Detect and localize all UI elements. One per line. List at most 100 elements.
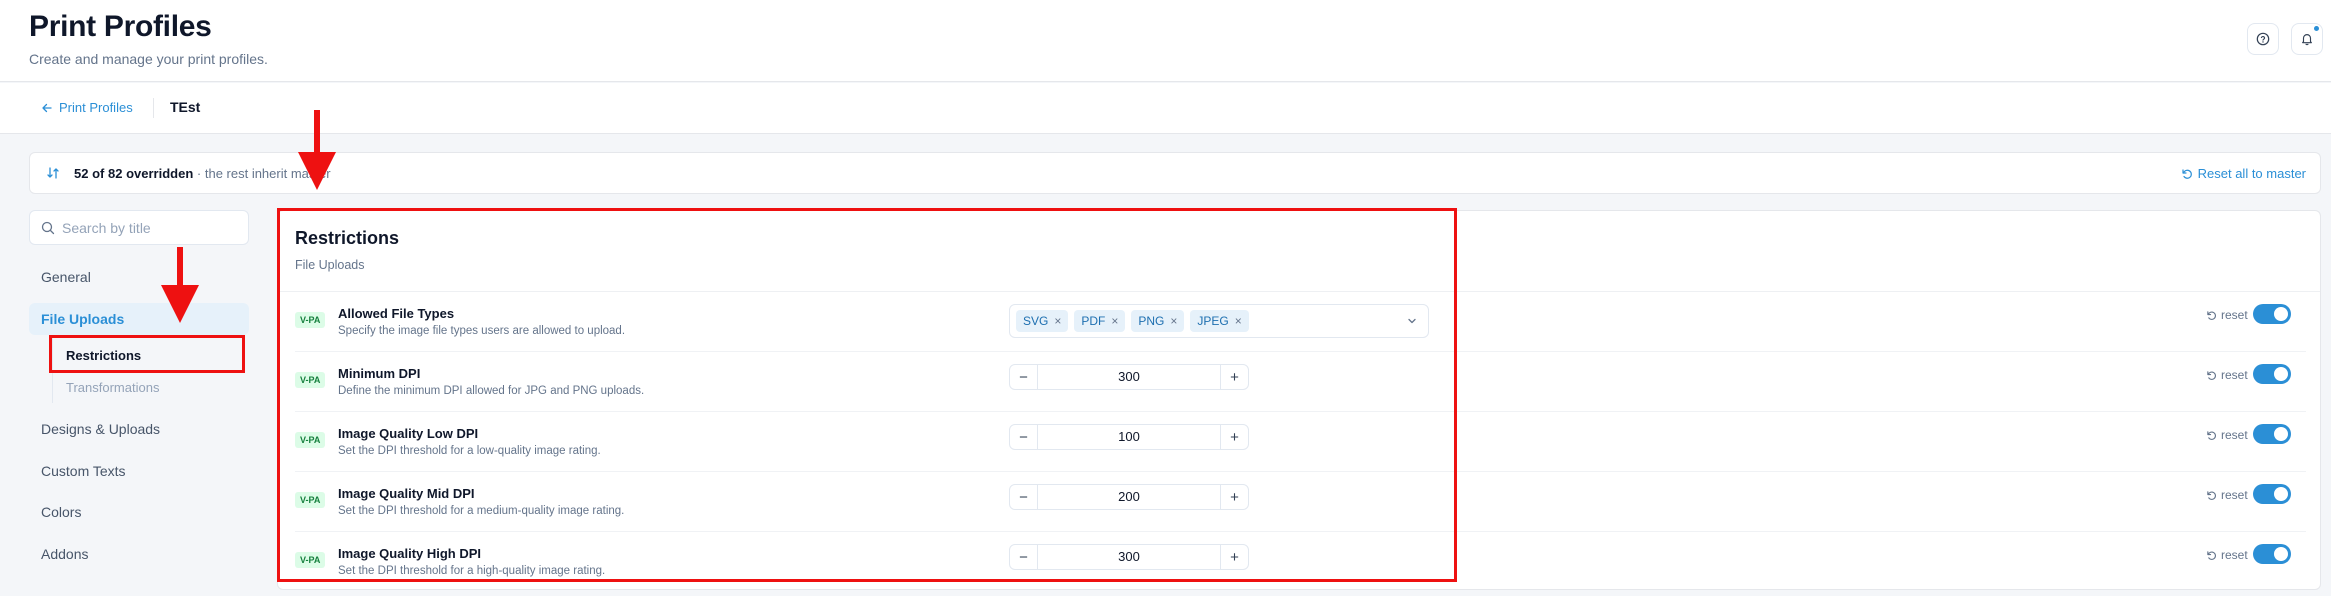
setting-title: Image Quality Low DPI [338,426,479,441]
reset-all-label: Reset all to master [2197,166,2306,181]
increment-button[interactable]: + [1220,485,1248,509]
file-types-multiselect[interactable]: SVG × PDF × PNG × JPEG × [1009,304,1429,338]
page-title: Print Profiles [29,10,212,43]
stepper-value[interactable]: 300 [1038,365,1220,389]
vpa-badge: V-PA [295,492,326,508]
quantity-stepper: − 200 + [1009,484,1249,510]
stepper-value[interactable]: 100 [1038,425,1220,449]
decrement-button[interactable]: − [1010,545,1038,569]
chip-svg: SVG × [1016,310,1069,332]
override-toggle[interactable] [2253,424,2291,444]
help-circle-icon [2256,32,2270,46]
help-button[interactable] [2247,23,2279,55]
undo-icon [2182,168,2192,179]
setting-title: Image Quality High DPI [338,546,482,561]
override-toggle[interactable] [2253,484,2291,504]
sidebar-item-colors[interactable]: Colors [29,496,249,528]
undo-icon [2207,370,2216,380]
setting-title: Image Quality Mid DPI [338,486,475,501]
override-toggle[interactable] [2253,544,2291,564]
setting-row-image-quality-mid-dpi: V-PA Image Quality Mid DPI Set the DPI t… [278,472,2320,532]
reset-button[interactable]: reset [2206,368,2248,382]
remove-chip-icon[interactable]: × [1054,314,1061,328]
sidebar-search[interactable] [29,210,249,245]
quantity-stepper: − 100 + [1009,424,1249,450]
notification-dot [2314,26,2319,31]
override-toggle[interactable] [2253,304,2291,324]
notifications-button[interactable] [2291,23,2323,55]
setting-description: Set the DPI threshold for a high-quality… [338,565,606,577]
increment-button[interactable]: + [1220,365,1248,389]
toggle-knob [2274,487,2288,501]
stepper-value[interactable]: 300 [1038,545,1220,569]
setting-row-image-quality-high-dpi: V-PA Image Quality High DPI Set the DPI … [278,532,2320,589]
setting-title: Allowed File Types [338,306,455,321]
breadcrumb-current: TEst [170,99,201,115]
override-summary-bar: 52 of 82 overridden · the rest inherit m… [29,152,2321,194]
quantity-stepper: − 300 + [1009,364,1249,390]
reset-button[interactable]: reset [2206,308,2248,322]
toggle-knob [2274,427,2288,441]
remove-chip-icon[interactable]: × [1170,314,1177,328]
breadcrumb: Print Profiles TEst [0,83,2331,134]
panel-subtitle: File Uploads [295,258,365,272]
setting-description: Set the DPI threshold for a medium-quali… [338,505,625,517]
search-input[interactable] [62,218,242,238]
increment-button[interactable]: + [1220,425,1248,449]
breadcrumb-divider [153,98,154,118]
toggle-knob [2274,367,2288,381]
stepper-value[interactable]: 200 [1038,485,1220,509]
decrement-button[interactable]: − [1010,425,1038,449]
vpa-badge: V-PA [295,312,326,328]
setting-row-allowed-file-types: V-PA Allowed File Types Specify the imag… [278,292,2320,352]
remove-chip-icon[interactable]: × [1111,314,1118,328]
page-subtitle: Create and manage your print profiles. [29,51,268,67]
back-to-print-profiles-link[interactable]: Print Profiles [41,100,133,115]
undo-icon [2207,490,2216,500]
chip-png: PNG × [1131,310,1185,332]
setting-row-image-quality-low-dpi: V-PA Image Quality Low DPI Set the DPI t… [278,412,2320,472]
increment-button[interactable]: + [1220,545,1248,569]
setting-description: Specify the image file types users are a… [338,325,626,337]
sidebar-item-file-uploads[interactable]: File Uploads [29,303,249,335]
setting-description: Set the DPI threshold for a low-quality … [338,445,601,457]
sidebar-item-custom-texts[interactable]: Custom Texts [29,455,249,487]
vpa-badge: V-PA [295,552,326,568]
vpa-badge: V-PA [295,372,326,388]
undo-icon [2207,430,2216,440]
setting-description: Define the minimum DPI allowed for JPG a… [338,385,645,397]
sidebar-subitem-transformations[interactable]: Transformations [52,372,242,404]
reset-button[interactable]: reset [2206,548,2248,562]
chip-jpeg: JPEG × [1190,310,1249,332]
setting-title: Minimum DPI [338,366,421,381]
undo-icon [2207,310,2216,320]
decrement-button[interactable]: − [1010,365,1038,389]
setting-row-minimum-dpi: V-PA Minimum DPI Define the minimum DPI … [278,352,2320,412]
undo-icon [2207,550,2216,560]
reset-button[interactable]: reset [2206,488,2248,502]
sidebar-item-general[interactable]: General [29,261,249,293]
back-link-label: Print Profiles [59,100,133,115]
toggle-knob [2274,547,2288,561]
chevron-down-icon[interactable] [1406,315,1418,327]
remove-chip-icon[interactable]: × [1235,314,1242,328]
reset-button[interactable]: reset [2206,428,2248,442]
vpa-badge: V-PA [295,432,326,448]
sidebar-subitem-restrictions[interactable]: Restrictions [52,340,242,372]
arrow-left-icon [42,103,52,112]
decrement-button[interactable]: − [1010,485,1038,509]
search-icon [41,221,55,235]
sidebar-item-addons[interactable]: Addons [29,538,249,570]
page-header: Print Profiles Create and manage your pr… [0,0,2331,82]
quantity-stepper: − 300 + [1009,544,1249,570]
arrows-swap-icon [47,167,59,179]
override-toggle[interactable] [2253,364,2291,384]
toggle-knob [2274,307,2288,321]
bell-icon [2302,34,2312,46]
restrictions-panel: Restrictions File Uploads V-PA Allowed F… [277,210,2321,590]
panel-title: Restrictions [295,228,400,248]
override-summary-text: 52 of 82 overridden · the rest inherit m… [74,166,331,181]
sidebar-item-designs-uploads[interactable]: Designs & Uploads [29,413,249,445]
chip-pdf: PDF × [1074,310,1126,332]
reset-all-button[interactable]: Reset all to master [2181,166,2306,181]
